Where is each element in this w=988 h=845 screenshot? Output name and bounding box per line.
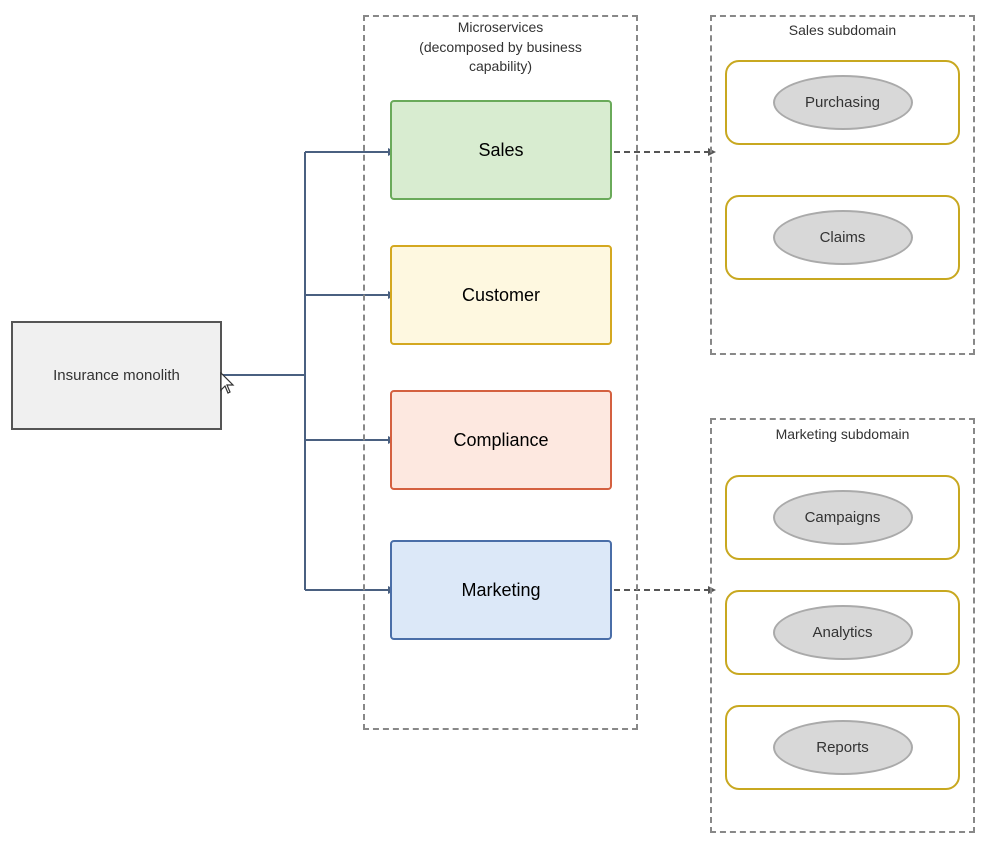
campaigns-box: Campaigns bbox=[725, 475, 960, 560]
purchasing-oval: Purchasing bbox=[773, 75, 913, 130]
claims-label: Claims bbox=[820, 229, 866, 246]
purchasing-label: Purchasing bbox=[805, 94, 880, 111]
cursor-icon bbox=[220, 372, 236, 394]
service-compliance-label: Compliance bbox=[453, 430, 548, 451]
reports-box: Reports bbox=[725, 705, 960, 790]
campaigns-oval: Campaigns bbox=[773, 490, 913, 545]
diagram-container: Insurance monolith Microservices (decomp… bbox=[0, 0, 988, 845]
service-compliance-box: Compliance bbox=[390, 390, 612, 490]
analytics-box: Analytics bbox=[725, 590, 960, 675]
monolith-label: Insurance monolith bbox=[53, 367, 180, 384]
purchasing-box: Purchasing bbox=[725, 60, 960, 145]
service-customer-box: Customer bbox=[390, 245, 612, 345]
service-customer-label: Customer bbox=[462, 285, 540, 306]
claims-oval: Claims bbox=[773, 210, 913, 265]
claims-box: Claims bbox=[725, 195, 960, 280]
marketing-subdomain-title: Marketing subdomain bbox=[710, 426, 975, 442]
service-marketing-label: Marketing bbox=[461, 580, 540, 601]
reports-label: Reports bbox=[816, 739, 869, 756]
monolith-box: Insurance monolith bbox=[11, 321, 222, 430]
analytics-oval: Analytics bbox=[773, 605, 913, 660]
service-sales-label: Sales bbox=[478, 140, 523, 161]
sales-subdomain-title: Sales subdomain bbox=[710, 22, 975, 38]
service-sales-box: Sales bbox=[390, 100, 612, 200]
reports-oval: Reports bbox=[773, 720, 913, 775]
service-marketing-box: Marketing bbox=[390, 540, 612, 640]
analytics-label: Analytics bbox=[812, 624, 872, 641]
microservices-title: Microservices (decomposed by business ca… bbox=[363, 18, 638, 77]
campaigns-label: Campaigns bbox=[805, 509, 881, 526]
